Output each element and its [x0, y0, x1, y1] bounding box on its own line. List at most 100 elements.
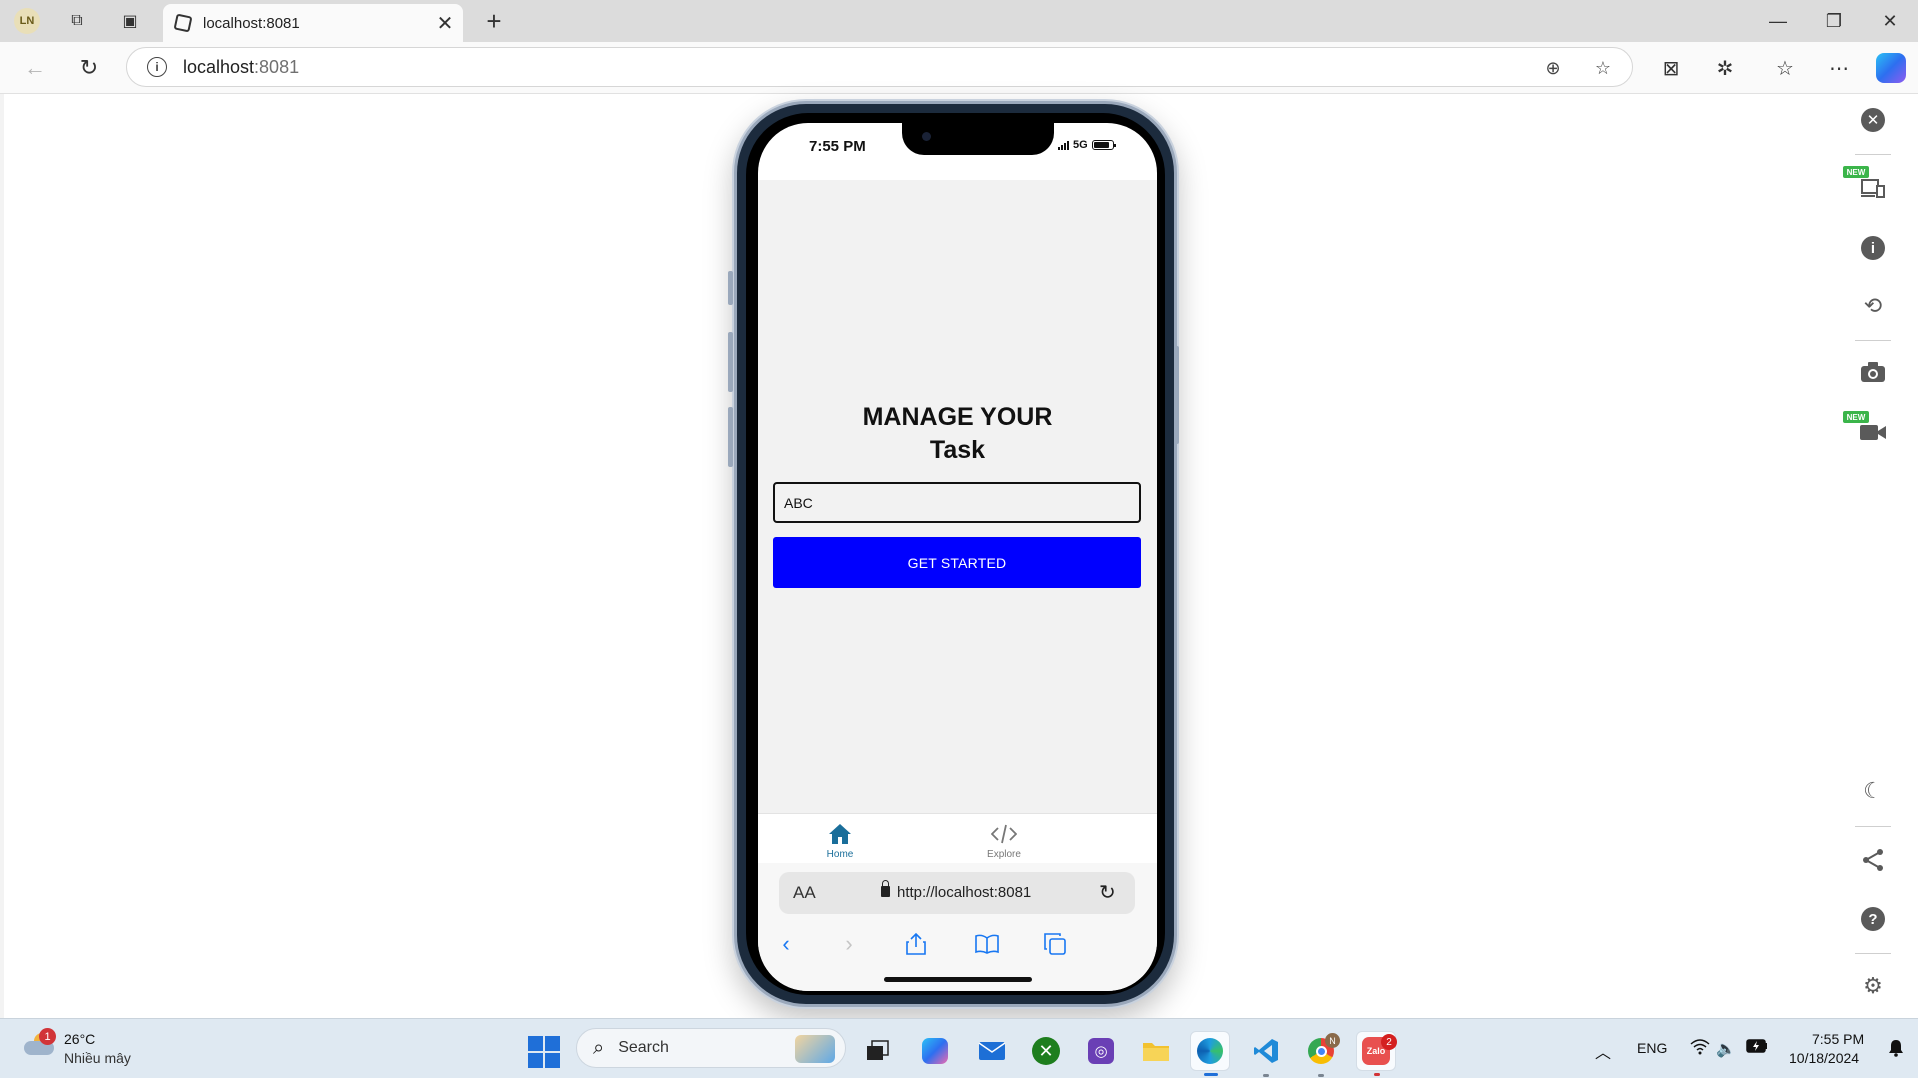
divider	[1855, 953, 1891, 954]
safari-reload-icon[interactable]: ↻	[1099, 880, 1116, 905]
status-time: 7:55 PM	[809, 138, 866, 155]
tab-home[interactable]: Home	[790, 820, 890, 860]
clock-time[interactable]: 7:55 PM	[1812, 1031, 1864, 1047]
weather-temperature[interactable]: 26°C	[64, 1031, 95, 1047]
restore-button[interactable]: ❐	[1812, 6, 1856, 36]
more-menu-icon[interactable]: ⋯	[1822, 52, 1856, 84]
edge-icon[interactable]	[1190, 1031, 1230, 1076]
zalo-badge: 2	[1381, 1034, 1397, 1050]
device-volume-down	[728, 407, 733, 467]
app-heading: MANAGE YOUR Task	[758, 401, 1157, 467]
help-icon[interactable]: ?	[1857, 903, 1889, 935]
file-explorer-icon[interactable]	[1136, 1031, 1176, 1071]
browser-toolbar: ← ↻ i localhost:8081 ⊕ ☆ ⊠ ✲ ☆ ⋯	[0, 42, 1918, 94]
share-icon[interactable]	[1857, 844, 1889, 876]
device-list-icon[interactable]	[1857, 172, 1889, 204]
wifi-icon[interactable]	[1690, 1039, 1710, 1060]
zoom-icon[interactable]: ⊕	[1540, 56, 1566, 80]
start-button[interactable]	[528, 1036, 560, 1068]
tab-home-label: Home	[826, 849, 854, 860]
mail-icon[interactable]	[972, 1031, 1012, 1071]
search-icon: ⌕	[593, 1036, 605, 1059]
device-frame: 7:55 PM 5G MANAGE YOUR Task GET STARTED …	[728, 101, 1179, 1007]
copilot-icon[interactable]	[1876, 53, 1906, 83]
device-power-button	[1174, 346, 1179, 444]
close-window-button[interactable]: ✕	[1868, 6, 1912, 36]
safari-back-icon[interactable]: ‹	[766, 929, 806, 959]
profile-avatar[interactable]: LN	[14, 8, 40, 34]
taskbar-search[interactable]: ⌕ Search	[576, 1028, 846, 1068]
code-icon	[991, 820, 1017, 848]
app-content: MANAGE YOUR Task GET STARTED	[758, 180, 1157, 813]
camera-icon	[922, 132, 931, 141]
safari-toolbar: AA http://localhost:8081 ↻ ‹ ›	[758, 863, 1157, 991]
dark-mode-icon[interactable]: ☾	[1857, 775, 1889, 807]
share-icon[interactable]	[896, 929, 936, 959]
safari-address-bar[interactable]: AA http://localhost:8081 ↻	[779, 872, 1135, 914]
battery-icon	[1091, 140, 1116, 150]
chrome-profile-badge: N	[1325, 1033, 1340, 1048]
get-started-button[interactable]: GET STARTED	[773, 537, 1141, 588]
collections-icon[interactable]: ⊠	[1654, 52, 1688, 84]
tab-title: localhost:8081	[203, 14, 300, 32]
battery-charging-icon[interactable]	[1746, 1039, 1768, 1058]
record-video-icon[interactable]	[1857, 416, 1889, 448]
clipchamp-icon[interactable]: ◎	[1081, 1031, 1121, 1071]
safari-forward-icon[interactable]: ›	[829, 929, 869, 959]
signal-icon	[1058, 140, 1069, 150]
chevron-up-icon[interactable]: ︿	[1595, 1039, 1611, 1063]
network-label: 5G	[1073, 139, 1088, 151]
xbox-icon[interactable]: ✕	[1026, 1031, 1066, 1071]
home-icon	[828, 820, 852, 848]
windows-taskbar: 1 26°C Nhiều mây ⌕ Search ✕ ◎ N Zalo 2 ︿…	[0, 1018, 1918, 1078]
clock-date[interactable]: 10/18/2024	[1789, 1050, 1859, 1066]
app-heading-line1: MANAGE YOUR	[862, 403, 1053, 431]
site-info-icon[interactable]: i	[147, 57, 167, 77]
title-bar: LN ⧉ ▣ localhost:8081 ✕ + — ❐ ✕	[0, 0, 1918, 42]
refresh-button[interactable]: ↻	[72, 52, 106, 84]
favorites-icon[interactable]: ☆	[1768, 52, 1802, 84]
weather-description[interactable]: Nhiều mây	[64, 1050, 131, 1066]
url-port: :8081	[254, 56, 300, 77]
device-notch	[902, 123, 1054, 155]
language-indicator[interactable]: ENG	[1637, 1040, 1667, 1056]
home-indicator	[884, 977, 1032, 982]
tab-close-icon[interactable]: ✕	[431, 9, 459, 37]
tab-favicon-icon	[173, 13, 193, 33]
notifications-icon[interactable]	[1888, 1039, 1904, 1062]
app-heading-line2: Task	[929, 436, 986, 464]
chrome-profile-icon[interactable]: N	[1301, 1031, 1341, 1077]
tabs-overview-icon[interactable]	[1035, 929, 1075, 959]
divider	[1855, 154, 1891, 155]
back-button[interactable]: ←	[18, 52, 52, 84]
rotate-icon[interactable]: ⟲	[1857, 290, 1889, 322]
tab-explore[interactable]: Explore	[954, 820, 1054, 860]
divider	[1855, 340, 1891, 341]
text-size-button[interactable]: AA	[793, 883, 816, 903]
copilot-app-icon[interactable]	[915, 1031, 955, 1071]
zalo-icon[interactable]: Zalo 2	[1356, 1031, 1397, 1076]
tab-localhost[interactable]: localhost:8081 ✕	[163, 4, 463, 42]
address-bar[interactable]: i localhost:8081 ⊕ ☆	[126, 47, 1633, 87]
name-input[interactable]	[773, 482, 1141, 523]
volume-icon[interactable]: 🔈	[1716, 1039, 1736, 1059]
task-view-icon[interactable]	[858, 1031, 898, 1071]
minimize-button[interactable]: —	[1756, 6, 1800, 36]
weather-badge: 1	[39, 1028, 56, 1045]
divider	[1855, 826, 1891, 827]
info-icon[interactable]: i	[1857, 232, 1889, 264]
new-tab-button[interactable]: +	[478, 6, 510, 36]
favorite-star-icon[interactable]: ☆	[1590, 56, 1616, 80]
close-emulator-icon[interactable]: ✕	[1857, 104, 1889, 136]
tab-explore-label: Explore	[987, 849, 1021, 860]
vscode-icon[interactable]	[1246, 1031, 1286, 1077]
device-screen: 7:55 PM 5G MANAGE YOUR Task GET STARTED …	[758, 123, 1157, 991]
screenshot-camera-icon[interactable]	[1857, 356, 1889, 388]
extensions-icon[interactable]: ✲	[1708, 52, 1742, 84]
bookmarks-icon[interactable]	[967, 929, 1007, 959]
url-host: localhost	[183, 56, 255, 77]
settings-gear-icon[interactable]: ⚙	[1857, 970, 1889, 1002]
workspaces-icon[interactable]: ⧉	[62, 7, 92, 35]
vertical-tabs-icon[interactable]: ▣	[115, 7, 145, 35]
search-highlight-image	[795, 1035, 835, 1063]
